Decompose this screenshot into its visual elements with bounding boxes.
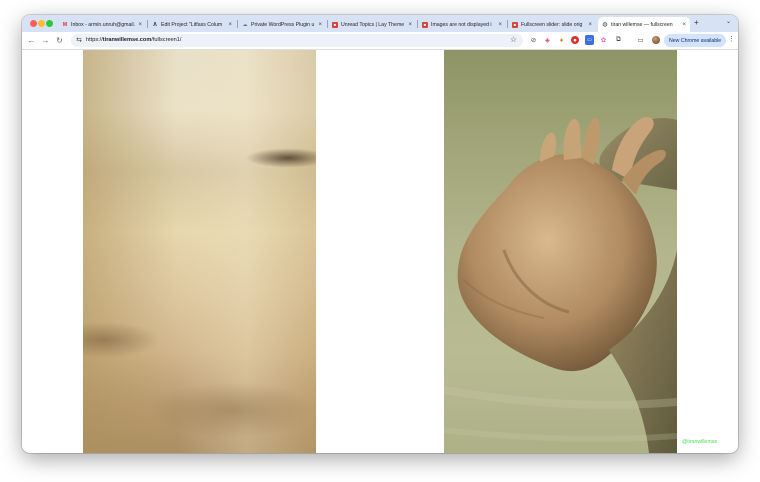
window-close-button[interactable]: [30, 20, 37, 27]
tab-unread-topics[interactable]: ■ Unread Topics | Lay Theme ×: [328, 17, 416, 32]
site-settings-icon[interactable]: ⇆: [75, 36, 83, 45]
tab-close-icon[interactable]: ×: [318, 22, 322, 28]
gmail-icon: M: [62, 21, 68, 28]
reload-icon[interactable]: ↻: [54, 35, 65, 46]
tab-private-plugin[interactable]: ☁ Private WordPress Plugin u ×: [238, 17, 326, 32]
url-text[interactable]: https://tiranwillemse.com/fullscreen1/: [86, 37, 181, 43]
plugin-icon: ☁: [242, 21, 248, 28]
tab-tiran-willemse-active[interactable]: ◍ tiran willemse — fullscreen ×: [598, 17, 690, 32]
forum-icon: ■: [332, 21, 338, 28]
chrome-menu-icon[interactable]: ⋮: [728, 35, 735, 43]
cast-icon[interactable]: ▭: [636, 35, 645, 45]
adblock-icon[interactable]: ●: [571, 36, 579, 44]
browser-window: M Inbox - armin.unruh@gmail. × Λ Edit Pr…: [22, 15, 738, 453]
slide-image-left[interactable]: [83, 50, 316, 453]
tab-close-icon[interactable]: ×: [138, 22, 142, 28]
globe-icon: ◍: [602, 22, 608, 28]
tab-gmail-inbox[interactable]: M Inbox - armin.unruh@gmail. ×: [58, 17, 146, 32]
tab-strip: M Inbox - armin.unruh@gmail. × Λ Edit Pr…: [22, 15, 738, 32]
desktop: M Inbox - armin.unruh@gmail. × Λ Edit Pr…: [0, 0, 760, 482]
url-scheme: https://: [86, 37, 103, 43]
extension-icon[interactable]: ♦: [557, 35, 566, 45]
forum-icon: ■: [512, 21, 518, 28]
url-host: tiranwillemse.com: [102, 37, 152, 43]
forward-arrow-icon[interactable]: →: [40, 35, 51, 46]
extension-icon[interactable]: ▭: [585, 35, 594, 45]
extension-icon[interactable]: ⊘: [529, 35, 538, 45]
new-tab-button[interactable]: +: [694, 18, 699, 27]
tab-label: Private WordPress Plugin u: [251, 21, 315, 28]
bookmark-star-icon[interactable]: ☆: [510, 35, 517, 44]
lay-theme-icon: Λ: [153, 21, 157, 28]
profile-avatar[interactable]: [652, 36, 660, 44]
tab-label: Edit Project "Litfass Colum: [161, 21, 223, 28]
photo-credit-text[interactable]: @tiranwillemse: [682, 439, 717, 445]
tab-search-chevron-icon[interactable]: ⌄: [726, 18, 731, 25]
tab-close-icon[interactable]: ×: [588, 22, 592, 28]
bald-figure-photo: [444, 116, 677, 453]
extension-icon[interactable]: ✿: [599, 35, 608, 45]
tab-edit-project[interactable]: Λ Edit Project "Litfass Colum ×: [148, 17, 236, 32]
forum-icon: ■: [422, 21, 428, 28]
new-chrome-available-button[interactable]: New Chrome available: [664, 34, 727, 47]
url-path: /fullscreen1/: [151, 37, 182, 43]
tab-label: Images are not displayed i: [431, 21, 492, 28]
window-maximize-button[interactable]: [46, 20, 53, 27]
toolbar: ← → ↻ ⇆ https://tiranwillemse.com/fullsc…: [22, 32, 738, 50]
pocket-icon[interactable]: ◈: [543, 35, 552, 45]
back-arrow-icon[interactable]: ←: [26, 35, 37, 46]
slide-image-right[interactable]: [444, 50, 677, 453]
tab-close-icon[interactable]: ×: [408, 22, 412, 28]
tab-close-icon[interactable]: ×: [682, 22, 686, 28]
tab-label: Unread Topics | Lay Theme: [341, 21, 405, 28]
tab-fullscreen-slider[interactable]: ■ Fullscreen slider: slide orig ×: [508, 17, 596, 32]
page-content: @tiranwillemse: [22, 50, 738, 453]
window-minimize-button[interactable]: [38, 20, 45, 27]
extensions-puzzle-icon[interactable]: ⧉: [614, 35, 623, 45]
tab-close-icon[interactable]: ×: [498, 22, 502, 28]
tab-label: Inbox - armin.unruh@gmail.: [71, 21, 136, 28]
tab-label: tiran willemse — fullscreen: [611, 21, 673, 28]
tab-images-not-displayed[interactable]: ■ Images are not displayed i ×: [418, 17, 506, 32]
address-bar[interactable]: ⇆ https://tiranwillemse.com/fullscreen1/…: [71, 34, 523, 47]
tab-close-icon[interactable]: ×: [228, 22, 232, 28]
tab-label: Fullscreen slider: slide orig: [521, 21, 583, 28]
